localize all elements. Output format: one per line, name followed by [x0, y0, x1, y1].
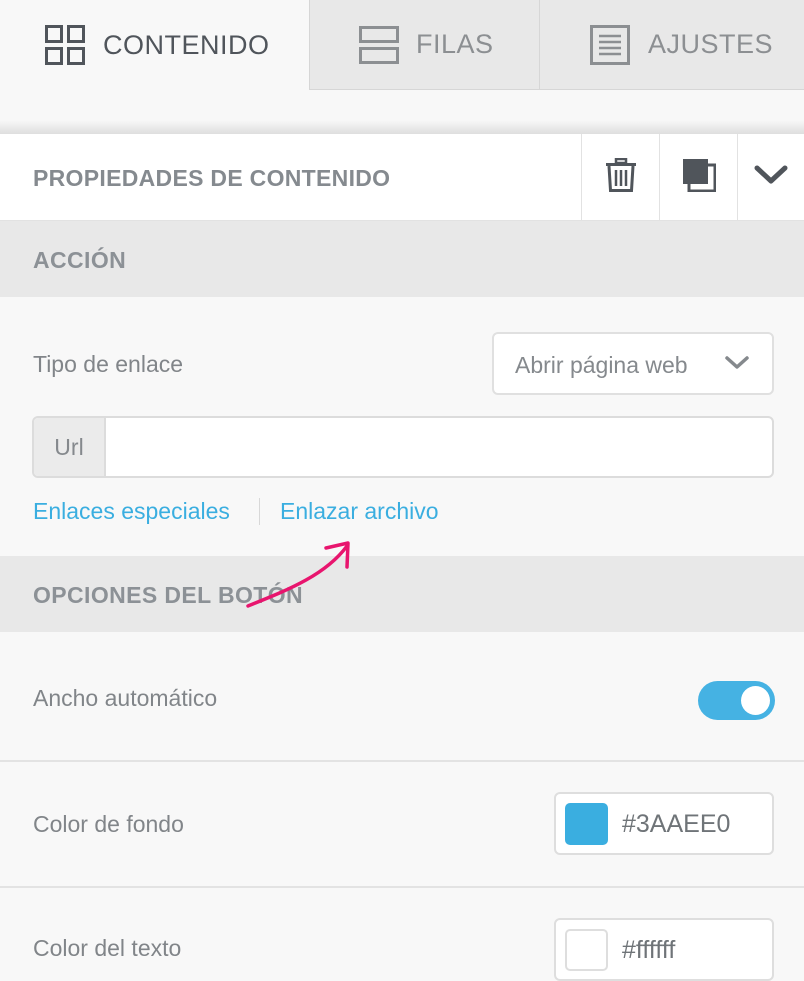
row-divider — [0, 886, 804, 888]
special-links-link[interactable]: Enlaces especiales — [33, 498, 230, 525]
settings-doc-icon — [590, 24, 630, 65]
top-tabs: CONTENIDO FILAS AJUSTES — [0, 0, 804, 90]
text-color-picker[interactable]: #ffffff — [554, 918, 774, 981]
link-type-value: Abrir página web — [515, 352, 688, 378]
bg-color-label: Color de fondo — [33, 811, 184, 837]
text-color-label: Color del texto — [33, 935, 182, 961]
auto-width-label: Ancho automático — [33, 685, 218, 711]
tab-contenido[interactable]: CONTENIDO — [0, 0, 309, 90]
links-divider — [259, 498, 260, 525]
bg-color-value: #3AAEE0 — [622, 810, 731, 838]
row-divider — [0, 760, 804, 762]
properties-header: PROPIEDADES DE CONTENIDO — [0, 134, 804, 221]
bg-color-swatch[interactable] — [565, 803, 608, 845]
panel-shadow — [0, 120, 804, 134]
tab-contenido-label: CONTENIDO — [103, 29, 270, 60]
link-file-link[interactable]: Enlazar archivo — [280, 498, 439, 525]
delete-button[interactable] — [581, 134, 659, 220]
url-field: Url — [32, 416, 774, 478]
annotation-arrow-icon — [246, 541, 350, 608]
auto-width-toggle[interactable] — [698, 681, 775, 720]
chevron-down-icon — [724, 354, 750, 377]
tab-ajustes[interactable]: AJUSTES — [539, 0, 804, 90]
duplicate-button[interactable] — [659, 134, 737, 220]
chevron-down-icon — [754, 165, 788, 190]
trash-icon — [605, 157, 637, 197]
link-type-select[interactable]: Abrir página web — [492, 332, 774, 395]
bg-color-picker[interactable]: #3AAEE0 — [554, 792, 774, 855]
text-color-swatch[interactable] — [565, 929, 608, 971]
section-button-options: OPCIONES DEL BOTÓN — [0, 556, 804, 632]
text-color-value: #ffffff — [622, 936, 676, 964]
rows-icon — [359, 25, 399, 64]
tab-ajustes-label: AJUSTES — [648, 29, 774, 59]
url-input[interactable] — [106, 418, 772, 476]
section-accion-title: ACCIÓN — [33, 247, 127, 273]
properties-title: PROPIEDADES DE CONTENIDO — [33, 165, 391, 191]
collapse-button[interactable] — [737, 134, 804, 220]
url-addon-label: Url — [34, 418, 106, 476]
toggle-knob — [741, 686, 770, 715]
section-accion: ACCIÓN — [0, 221, 804, 297]
link-type-label: Tipo de enlace — [33, 351, 184, 377]
tab-filas-label: FILAS — [416, 29, 494, 59]
tab-filas[interactable]: FILAS — [309, 0, 539, 90]
duplicate-icon — [682, 158, 716, 197]
grid-icon — [45, 25, 85, 65]
